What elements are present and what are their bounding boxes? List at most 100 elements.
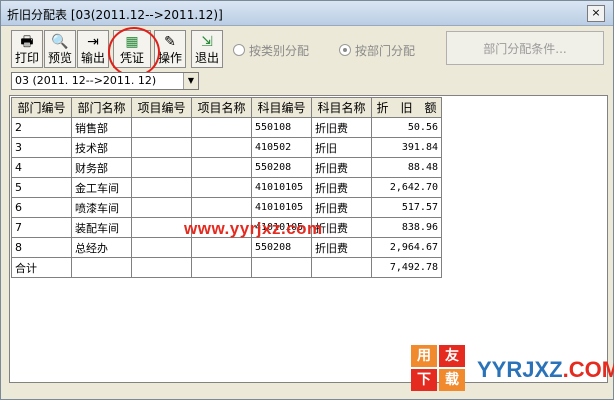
total-value: 7,492.78 bbox=[371, 257, 442, 278]
col-header-project-name: 项目名称 bbox=[191, 97, 252, 118]
cell-project-name bbox=[191, 197, 252, 218]
watermark-site-name: YYRJXZ bbox=[477, 357, 563, 382]
table-row[interactable]: 3 技术部 410502 折旧 391.84 bbox=[11, 137, 442, 158]
cell-account-code: 410502 bbox=[251, 137, 312, 158]
cell-project-name bbox=[191, 117, 252, 138]
table-row[interactable]: 8 总经办 550208 折旧费 2,964.67 bbox=[11, 237, 442, 258]
cell-project-name bbox=[191, 177, 252, 198]
chevron-down-icon[interactable]: ▼ bbox=[183, 73, 198, 89]
radio-by-department-label: 按部门分配 bbox=[355, 44, 416, 58]
total-empty-cell bbox=[251, 257, 312, 278]
cell-depreciation: 50.56 bbox=[371, 117, 442, 138]
table-row[interactable]: 4 财务部 550208 折旧费 88.48 bbox=[11, 157, 442, 178]
exit-door-icon: ⇲ bbox=[201, 34, 213, 50]
radio-dot-icon bbox=[233, 44, 245, 56]
cell-depreciation: 391.84 bbox=[371, 137, 442, 158]
department-condition-button[interactable]: 部门分配条件... bbox=[446, 31, 604, 65]
table-row[interactable]: 2 销售部 550108 折旧费 50.56 bbox=[11, 117, 442, 138]
cell-project-code bbox=[131, 177, 192, 198]
table-header-row: 部门编号 部门名称 项目编号 项目名称 科目编号 科目名称 折 旧 额 bbox=[11, 97, 442, 118]
cell-project-name bbox=[191, 237, 252, 258]
cell-project-code bbox=[131, 217, 192, 238]
col-header-account-name: 科目名称 bbox=[311, 97, 372, 118]
operate-button[interactable]: ✎ 操作 bbox=[154, 30, 186, 68]
cell-project-code bbox=[131, 137, 192, 158]
voucher-label: 凭证 bbox=[119, 51, 144, 65]
watermark-logo: 用 友 下 载 YYRJXZ.COM bbox=[411, 343, 614, 395]
preview-button[interactable]: 🔍 预览 bbox=[44, 30, 76, 68]
close-button[interactable]: × bbox=[587, 5, 605, 22]
cell-dept-name: 装配车间 bbox=[71, 217, 132, 238]
cell-dept-code: 5 bbox=[11, 177, 72, 198]
cell-dept-code: 7 bbox=[11, 217, 72, 238]
cell-account-code: 550208 bbox=[251, 157, 312, 178]
col-header-account-code: 科目编号 bbox=[251, 97, 312, 118]
cell-project-name bbox=[191, 157, 252, 178]
title-bar: 折旧分配表 [03(2011.12-->2011.12)] × bbox=[1, 1, 613, 26]
export-button[interactable]: ⇥ 输出 bbox=[77, 30, 109, 68]
window-title: 折旧分配表 [03(2011.12-->2011.12)] bbox=[7, 8, 223, 22]
table-row[interactable]: 5 金工车间 41010105 折旧费 2,642.70 bbox=[11, 177, 442, 198]
cell-dept-name: 喷漆车间 bbox=[71, 197, 132, 218]
cell-account-name: 折旧费 bbox=[311, 177, 372, 198]
radio-by-category[interactable]: 按类别分配 bbox=[233, 42, 309, 59]
col-header-dept-name: 部门名称 bbox=[71, 97, 132, 118]
depreciation-window: 折旧分配表 [03(2011.12-->2011.12)] × 🖶 打印 🔍 预… bbox=[0, 0, 614, 400]
cell-account-code: 550208 bbox=[251, 237, 312, 258]
cell-dept-name: 技术部 bbox=[71, 137, 132, 158]
radio-dot-selected-icon bbox=[339, 44, 351, 56]
cell-dept-name: 总经办 bbox=[71, 237, 132, 258]
cell-account-name: 折旧费 bbox=[311, 197, 372, 218]
cell-account-name: 折旧费 bbox=[311, 117, 372, 138]
cell-project-code bbox=[131, 197, 192, 218]
voucher-button[interactable]: ▦ 凭证 bbox=[113, 30, 151, 68]
watermark-box-3: 下 bbox=[411, 369, 437, 391]
radio-by-department[interactable]: 按部门分配 bbox=[339, 42, 415, 59]
watermark-site: YYRJXZ.COM bbox=[477, 357, 614, 383]
watermark-box-2: 友 bbox=[439, 345, 465, 367]
watermark-box-1: 用 bbox=[411, 345, 437, 367]
depreciation-grid[interactable]: 部门编号 部门名称 项目编号 项目名称 科目编号 科目名称 折 旧 额 2 销售部… bbox=[9, 95, 608, 383]
watermark-url: www.yyrjxz.com bbox=[184, 219, 323, 238]
cell-project-code bbox=[131, 157, 192, 178]
cell-dept-code: 4 bbox=[11, 157, 72, 178]
export-label: 输出 bbox=[80, 51, 105, 65]
cell-depreciation: 88.48 bbox=[371, 157, 442, 178]
col-header-dept-code: 部门编号 bbox=[11, 97, 72, 118]
total-label: 合计 bbox=[11, 257, 72, 278]
preview-icon: 🔍 bbox=[51, 34, 69, 50]
cell-account-name: 折旧 bbox=[311, 137, 372, 158]
cell-project-code bbox=[131, 117, 192, 138]
exit-label: 退出 bbox=[194, 51, 219, 65]
period-select[interactable]: 03 (2011. 12-->2011. 12) ▼ bbox=[11, 72, 199, 90]
cell-account-name: 折旧费 bbox=[311, 237, 372, 258]
cell-depreciation: 2,964.67 bbox=[371, 237, 442, 258]
operate-label: 操作 bbox=[157, 51, 182, 65]
total-empty-cell bbox=[191, 257, 252, 278]
export-icon: ⇥ bbox=[87, 34, 99, 50]
cell-account-code: 550108 bbox=[251, 117, 312, 138]
cell-account-code: 41010105 bbox=[251, 177, 312, 198]
watermark-site-suffix: .COM bbox=[562, 357, 614, 382]
exit-button[interactable]: ⇲ 退出 bbox=[191, 30, 223, 68]
cell-dept-name: 销售部 bbox=[71, 117, 132, 138]
cell-dept-name: 财务部 bbox=[71, 157, 132, 178]
cell-depreciation: 517.57 bbox=[371, 197, 442, 218]
print-button[interactable]: 🖶 打印 bbox=[11, 30, 43, 68]
cell-dept-code: 8 bbox=[11, 237, 72, 258]
table-row[interactable]: 6 喷漆车间 41010105 折旧费 517.57 bbox=[11, 197, 442, 218]
edit-icon: ✎ bbox=[164, 34, 176, 50]
col-header-project-code: 项目编号 bbox=[131, 97, 192, 118]
radio-by-category-label: 按类别分配 bbox=[249, 44, 310, 58]
cell-dept-name: 金工车间 bbox=[71, 177, 132, 198]
cell-project-name bbox=[191, 137, 252, 158]
cell-depreciation: 838.96 bbox=[371, 217, 442, 238]
total-empty-cell bbox=[71, 257, 132, 278]
cell-project-code bbox=[131, 237, 192, 258]
period-select-value: 03 (2011. 12-->2011. 12) bbox=[15, 74, 157, 87]
voucher-icon: ▦ bbox=[125, 34, 139, 50]
total-empty-cell bbox=[311, 257, 372, 278]
watermark-box-4: 载 bbox=[439, 369, 465, 391]
total-row[interactable]: 合计 7,492.78 bbox=[11, 257, 442, 278]
print-label: 打印 bbox=[14, 51, 39, 65]
